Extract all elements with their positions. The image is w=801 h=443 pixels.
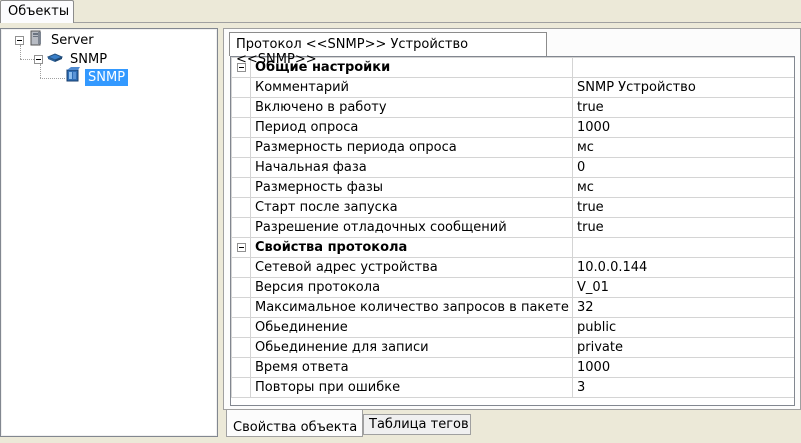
tab-objects-label: Объекты	[8, 4, 70, 19]
property-key: Старт после запуска	[250, 197, 573, 218]
property-row[interactable]: Максимальное количество запросов в пакет…	[231, 297, 794, 318]
property-row[interactable]: Размерность периода опроса мс	[231, 137, 794, 158]
section-title: Свойства протокола	[250, 237, 573, 258]
property-row[interactable]: Комментарий SNMP Устройство	[231, 77, 794, 98]
property-key: Размерность фазы	[250, 177, 573, 198]
property-row[interactable]: Размерность фазы мс	[231, 177, 794, 198]
property-value[interactable]: 32	[572, 297, 794, 318]
tree-node-label: Server	[51, 32, 94, 48]
property-value[interactable]: V_01	[572, 277, 794, 298]
tree-node-label: SNMP	[85, 68, 129, 86]
property-value[interactable]: 1000	[572, 357, 794, 378]
tab-protocol[interactable]: Протокол <<SNMP>> Устройство <<SNMP>>	[229, 32, 547, 67]
collapse-icon[interactable]	[15, 35, 24, 45]
tab-bar-line	[74, 22, 801, 23]
property-value[interactable]: true	[572, 97, 794, 118]
tree-node-snmp-device[interactable]: SNMP	[65, 67, 129, 87]
property-row[interactable]: Обьединение public	[231, 317, 794, 338]
property-value[interactable]: мс	[572, 177, 794, 198]
property-key: Разрешение отладочных сообщений	[250, 217, 573, 238]
collapse-icon[interactable]	[34, 54, 43, 64]
property-row[interactable]: Версия протокола V_01	[231, 277, 794, 298]
tab-objects[interactable]: Объекты	[0, 0, 74, 23]
property-key: Повторы при ошибке	[250, 377, 573, 398]
property-value[interactable]: 3	[572, 377, 794, 398]
network-icon	[46, 49, 64, 69]
object-tree[interactable]: Server SNMP SNMP	[0, 28, 218, 437]
property-key: Сетевой адрес устройства	[250, 257, 573, 278]
property-value[interactable]: true	[572, 217, 794, 238]
property-value[interactable]: 10.0.0.144	[572, 257, 794, 278]
property-key: Комментарий	[250, 77, 573, 98]
tree-connector	[40, 78, 65, 79]
property-grid[interactable]: Общие настройки Комментарий SNMP Устройст…	[230, 56, 795, 406]
property-key: Период опроса	[250, 117, 573, 138]
property-row[interactable]: Время ответа 1000	[231, 357, 794, 378]
property-key: Время ответа	[250, 357, 573, 378]
property-row[interactable]: Разрешение отладочных сообщений true	[231, 217, 794, 238]
property-row[interactable]: Период опроса 1000	[231, 117, 794, 138]
property-key: Размерность периода опроса	[250, 137, 573, 158]
property-value[interactable]: 1000	[572, 117, 794, 138]
property-value[interactable]: true	[572, 197, 794, 218]
property-value[interactable]: SNMP Устройство	[572, 77, 794, 98]
property-value[interactable]: мс	[572, 137, 794, 158]
tab-tags-table[interactable]: Таблица тегов	[363, 414, 471, 435]
property-row[interactable]: Сетевой адрес устройства 10.0.0.144	[231, 257, 794, 278]
property-value[interactable]: public	[572, 317, 794, 338]
tab-label: Свойства объекта	[233, 420, 358, 435]
property-key: Обьединение для записи	[250, 337, 573, 358]
collapse-icon[interactable]	[237, 243, 246, 252]
property-key: Включено в работу	[250, 97, 573, 118]
server-icon	[28, 30, 44, 50]
tree-connector	[20, 59, 34, 60]
property-key: Начальная фаза	[250, 157, 573, 178]
tree-node-server[interactable]: Server	[15, 30, 97, 50]
tab-object-properties[interactable]: Свойства объекта	[226, 410, 363, 437]
property-key: Максимальное количество запросов в пакет…	[250, 297, 573, 318]
tab-label: Таблица тегов	[369, 417, 469, 432]
section-header-protocol[interactable]: Свойства протокола	[231, 237, 794, 258]
property-row[interactable]: Обьединение для записи private	[231, 337, 794, 358]
property-row[interactable]: Повторы при ошибке 3	[231, 377, 794, 398]
property-value[interactable]: private	[572, 337, 794, 358]
tree-node-label: SNMP	[70, 51, 108, 67]
property-row[interactable]: Начальная фаза 0	[231, 157, 794, 178]
tree-node-snmp[interactable]: SNMP	[34, 50, 110, 68]
device-icon	[65, 67, 81, 87]
property-row[interactable]: Старт после запуска true	[231, 197, 794, 218]
property-key: Версия протокола	[250, 277, 573, 298]
property-key: Обьединение	[250, 317, 573, 338]
property-row[interactable]: Включено в работу true	[231, 97, 794, 118]
property-value[interactable]: 0	[572, 157, 794, 178]
